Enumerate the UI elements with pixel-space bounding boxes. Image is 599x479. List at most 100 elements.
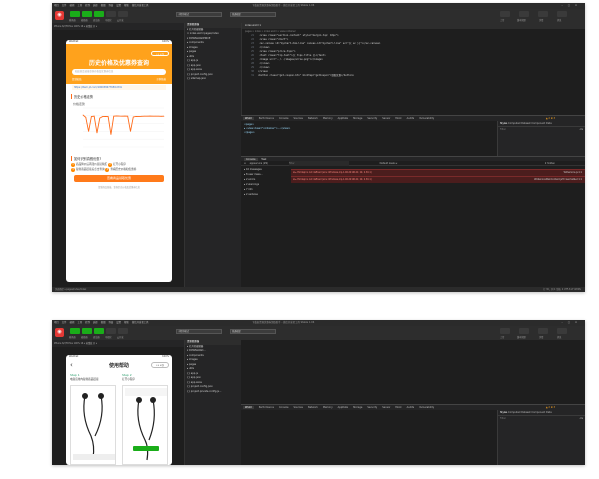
example-link[interactable]: 示例链接 bbox=[156, 77, 166, 81]
debugger-toggle-button[interactable] bbox=[94, 328, 104, 334]
compile-dropdown[interactable]: 普通编译 bbox=[230, 329, 276, 334]
devtools-tab[interactable]: Performance bbox=[259, 117, 274, 120]
devtools-tab[interactable]: Network bbox=[308, 406, 318, 409]
debugger-toggle-button[interactable] bbox=[94, 11, 104, 17]
messages-button[interactable] bbox=[557, 11, 567, 17]
menu-item[interactable]: 界面 bbox=[108, 321, 113, 324]
log-levels-select[interactable]: Default levels ▾ bbox=[380, 162, 398, 165]
page-path[interactable]: 页面路径 ▾ pages/index/index bbox=[55, 288, 86, 291]
clear-console-icon[interactable]: ⊘ bbox=[244, 162, 246, 165]
product-url[interactable]: https://item.jd.com/100038477656.html bbox=[72, 85, 166, 90]
error-source-link[interactable]: WAServiceMainContext.js?t=wechat&s=1:1 bbox=[534, 178, 582, 181]
mode-dropdown[interactable]: 小程序模式 bbox=[176, 12, 222, 17]
visual-toggle-button[interactable] bbox=[106, 11, 116, 17]
menu-item[interactable]: 设置 bbox=[116, 4, 121, 7]
menu-item[interactable]: 帮助 bbox=[124, 321, 129, 324]
devtools-tab[interactable]: Audits bbox=[407, 117, 415, 120]
menu-item[interactable]: 转到 bbox=[85, 321, 90, 324]
menu-item[interactable]: 选择 bbox=[93, 4, 98, 7]
simulator-device-bar[interactable]: iPhone 6/7/8 Plus 100% 16 ▾ 热重载 开 ▾ bbox=[52, 23, 184, 30]
mini-program-capsule[interactable]: •••◎ bbox=[151, 51, 169, 56]
messages-button[interactable] bbox=[557, 328, 567, 334]
get-coupon-button[interactable]: 查看商品领取优惠 bbox=[74, 175, 164, 182]
menu-item[interactable]: 工具 bbox=[77, 321, 82, 324]
devtools-tab[interactable]: Audits bbox=[407, 406, 415, 409]
devtools-tab[interactable]: Wxml bbox=[243, 117, 254, 120]
devtools-tab[interactable]: AppData bbox=[338, 406, 348, 409]
dom-line[interactable]: </page> bbox=[244, 131, 494, 135]
devtools-tab[interactable]: Sensor bbox=[382, 117, 390, 120]
editor-toggle-button[interactable] bbox=[82, 11, 92, 17]
mini-program-capsule[interactable]: •••◎ bbox=[151, 362, 169, 368]
menu-item[interactable]: 工具 bbox=[77, 4, 82, 7]
code-lines[interactable]: 21 <view class="section-content" style="… bbox=[242, 34, 585, 78]
menu-item[interactable]: 设置 bbox=[116, 321, 121, 324]
menu-item[interactable]: 视图 bbox=[101, 321, 106, 324]
tab-computed[interactable]: Computed bbox=[508, 411, 520, 414]
styles-filter-input[interactable]: Filter bbox=[500, 127, 506, 131]
tab-styles[interactable]: Styles bbox=[500, 411, 507, 414]
simulator-toggle-button[interactable] bbox=[70, 328, 80, 334]
console-filter-input[interactable]: Filter bbox=[288, 161, 349, 166]
details-button[interactable] bbox=[538, 328, 548, 334]
styles-filter-input[interactable]: Filter bbox=[500, 416, 506, 420]
menu-item[interactable]: 项目 bbox=[54, 321, 59, 324]
tab-computed[interactable]: Computed bbox=[508, 122, 520, 125]
compile-dropdown[interactable]: 普通编译 bbox=[230, 12, 276, 17]
menu-item[interactable]: 微信开发者工具 bbox=[132, 4, 149, 7]
devtools-tab[interactable]: Console bbox=[279, 406, 289, 409]
console-error-row[interactable]: ✖ ▸ thirdapi is not defined (env: Window… bbox=[291, 176, 585, 183]
cls-toggle[interactable]: .cls bbox=[579, 416, 583, 420]
devtools-tab[interactable]: Storage bbox=[353, 406, 362, 409]
upload-button[interactable] bbox=[500, 11, 510, 17]
menu-item[interactable]: 编辑 bbox=[70, 4, 75, 7]
simulator-toggle-button[interactable] bbox=[70, 11, 80, 17]
tab-component-data[interactable]: Component Data bbox=[531, 411, 551, 414]
menu-item[interactable]: 选择 bbox=[93, 321, 98, 324]
tree-item[interactable]: {} project.private.config.js... bbox=[185, 390, 241, 395]
tree-item[interactable]: {} sitemap.json bbox=[185, 77, 241, 82]
devtools-tab[interactable]: Console bbox=[279, 117, 289, 120]
menu-item[interactable]: 文件 bbox=[62, 321, 67, 324]
devtools-tab[interactable]: AppData bbox=[338, 117, 348, 120]
devtools-tab[interactable]: Security bbox=[367, 117, 377, 120]
cls-toggle[interactable]: .cls bbox=[579, 127, 583, 131]
version-button[interactable] bbox=[519, 328, 529, 334]
devtools-tab[interactable]: Security bbox=[367, 406, 377, 409]
devtools-tab[interactable]: Sources bbox=[293, 406, 302, 409]
error-source-link[interactable]: WAService.js:1:1 bbox=[564, 171, 582, 174]
issue-badges[interactable]: ▲ 2 ✖ 3 bbox=[546, 405, 555, 410]
menu-item[interactable]: 文件 bbox=[62, 4, 67, 7]
devtools-tab[interactable]: Sources bbox=[293, 117, 302, 120]
link-search-input[interactable]: 粘贴商品链接查询价格及优惠券信息 bbox=[72, 69, 166, 75]
menu-item[interactable]: 转到 bbox=[85, 4, 90, 7]
devtools-tab[interactable]: Memory bbox=[323, 117, 333, 120]
upload-button[interactable] bbox=[500, 328, 510, 334]
simulator-device-bar[interactable]: iPhone 6/7/8 Plus 100% 16 ▾ 热重载 开 ▾ bbox=[52, 340, 184, 347]
menu-item[interactable]: 编辑 bbox=[70, 321, 75, 324]
console-error-row[interactable]: ✖ ▸ thirdapi is not defined (env: Window… bbox=[291, 169, 585, 176]
devtools-tab[interactable]: Network bbox=[308, 117, 318, 120]
devtools-tab[interactable]: Vulnerability bbox=[419, 117, 434, 120]
editor-toggle-button[interactable] bbox=[82, 328, 92, 334]
tab-dataset[interactable]: Dataset bbox=[521, 411, 530, 414]
code-line[interactable]: 31 <button class="get-coupon-btn" bindtap… bbox=[242, 74, 585, 78]
visual-toggle-button[interactable] bbox=[106, 328, 116, 334]
cloud-toggle-button[interactable] bbox=[118, 328, 128, 334]
devtools-tab[interactable]: Performance bbox=[259, 406, 274, 409]
menu-item[interactable]: 项目 bbox=[54, 4, 59, 7]
tab-styles[interactable]: Styles bbox=[500, 122, 507, 125]
tab-component-data[interactable]: Component Data bbox=[531, 122, 551, 125]
devtools-tab[interactable]: Sensor bbox=[382, 406, 390, 409]
devtools-tab[interactable]: Wxml bbox=[243, 406, 254, 409]
issue-badges[interactable]: ▲ 2 ✖ 3 bbox=[546, 116, 555, 121]
styles-filter[interactable]: Filter .cls bbox=[498, 415, 585, 420]
menu-item[interactable]: 视图 bbox=[101, 4, 106, 7]
menu-item[interactable]: 界面 bbox=[108, 4, 113, 7]
devtools-tab[interactable]: Storage bbox=[353, 117, 362, 120]
console-filter-item[interactable]: ▸ 2 verbose bbox=[244, 192, 291, 197]
cloud-toggle-button[interactable] bbox=[118, 11, 128, 17]
devtools-tab[interactable]: Mock bbox=[395, 406, 401, 409]
version-button[interactable] bbox=[519, 11, 529, 17]
menu-item[interactable]: 微信开发者工具 bbox=[132, 321, 149, 324]
